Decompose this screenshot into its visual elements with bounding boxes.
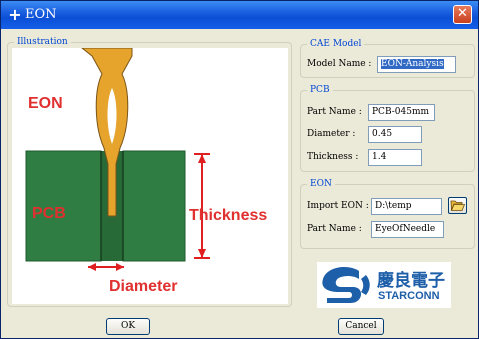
- ok-button[interactable]: OK: [106, 318, 150, 335]
- pcb-part-name-label: Part Name :: [307, 107, 362, 117]
- browse-button[interactable]: [448, 197, 467, 214]
- diameter-label: Diameter: [109, 278, 177, 295]
- import-eon-field[interactable]: D:\temp: [371, 198, 442, 215]
- folder-open-icon: [450, 200, 466, 211]
- starconn-logo-mark: [322, 267, 370, 303]
- diameter-field[interactable]: 0.45: [368, 126, 422, 143]
- illustration-group-title: Illustration: [17, 37, 68, 47]
- pcb-part-name-field[interactable]: PCB-045mm: [368, 104, 435, 121]
- pcb-group-title: PCB: [310, 85, 330, 95]
- logo-english-name: STARCONN: [378, 290, 440, 302]
- eon-part-name-label: Part Name :: [307, 224, 362, 234]
- logo-chinese-name: 慶良電子: [377, 271, 445, 291]
- eon-label: EON: [28, 95, 63, 112]
- cancel-button[interactable]: Cancel: [338, 318, 384, 335]
- thickness-field-label: Thickness :: [307, 152, 359, 162]
- model-name-label: Model Name :: [307, 59, 372, 69]
- window-title: EON: [25, 7, 57, 22]
- import-eon-label: Import EON :: [307, 201, 369, 211]
- pcb-label: PCB: [32, 205, 66, 222]
- eon-part-name-field[interactable]: EyeOfNeedle: [371, 221, 444, 238]
- starconn-logo: 慶良電子 STARCONN: [317, 262, 451, 308]
- pcb-board-right: [122, 150, 186, 262]
- app-icon: +: [8, 5, 22, 24]
- close-button[interactable]: ✕: [453, 5, 472, 24]
- thickness-field[interactable]: 1.4: [368, 149, 422, 166]
- title-bar[interactable]: + EON ✕: [1, 1, 478, 29]
- eon-illustration: EON PCB Thickness Diameter: [12, 48, 288, 304]
- eon-group-title: EON: [310, 179, 332, 189]
- diameter-field-label: Diameter :: [307, 129, 356, 139]
- eon-dialog: + EON ✕ Illustration EON PCB Thickness D…: [0, 0, 479, 339]
- model-name-field[interactable]: EON-Analysis: [377, 56, 456, 73]
- model-name-value: EON-Analysis: [381, 59, 444, 69]
- cae-model-group-title: CAE Model: [310, 39, 362, 49]
- thickness-label: Thickness: [189, 207, 267, 224]
